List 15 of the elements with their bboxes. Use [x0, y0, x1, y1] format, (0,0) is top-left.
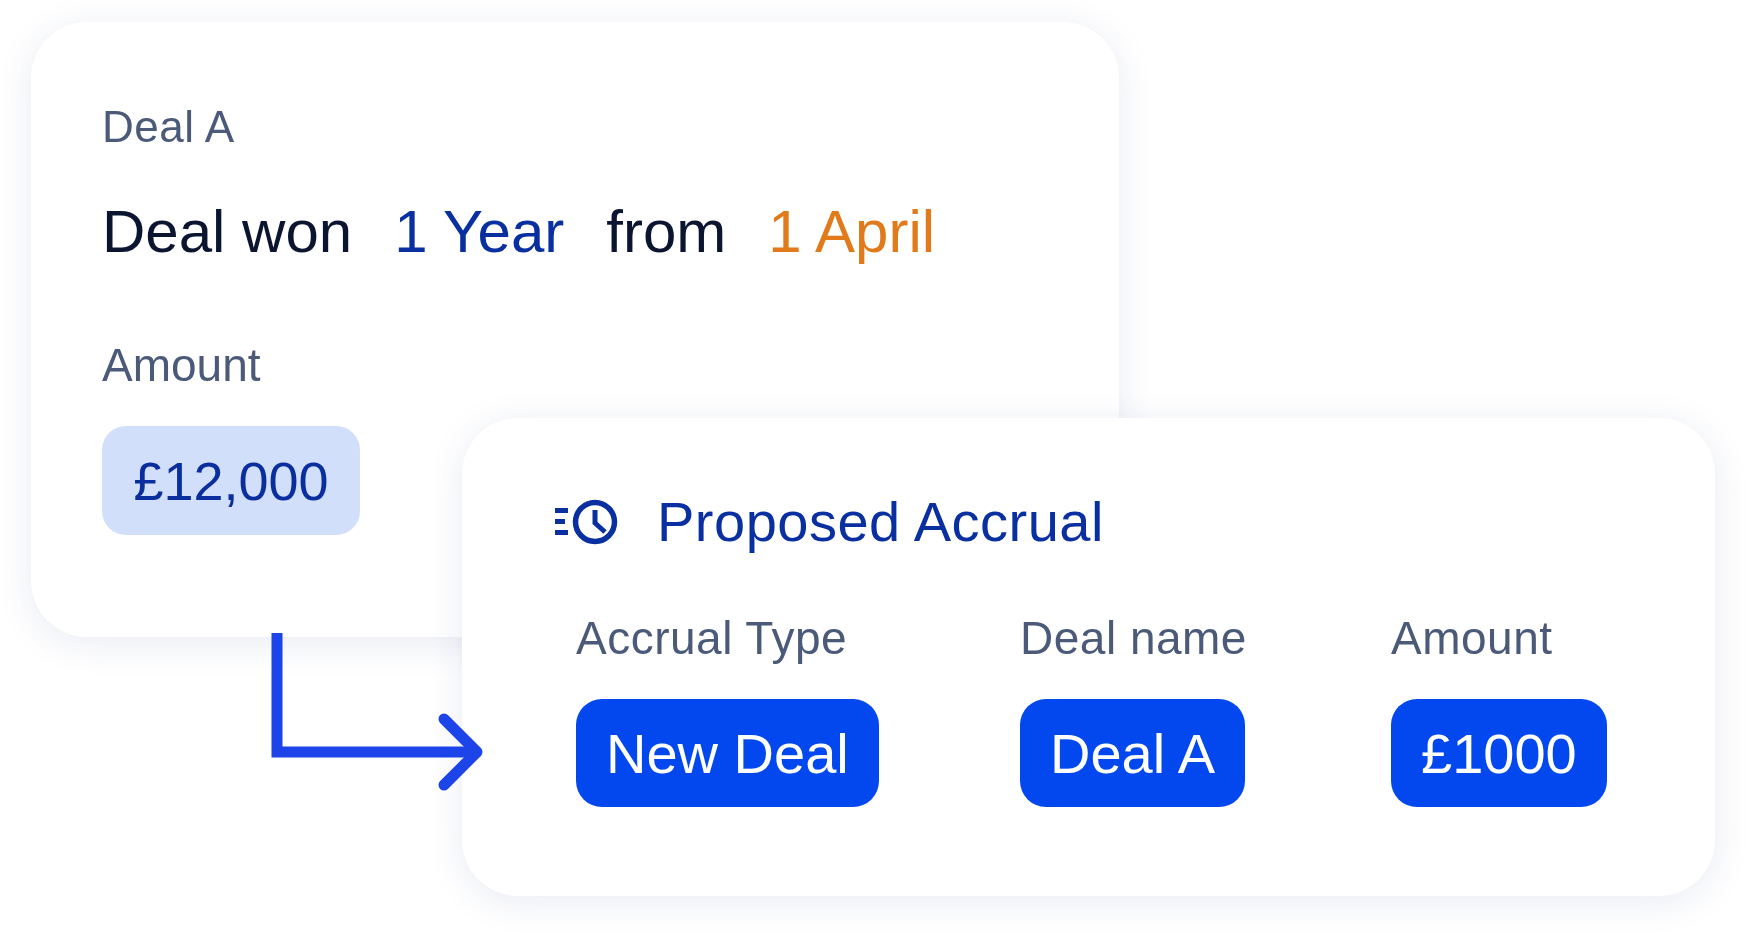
amount-chip: £12,000	[102, 426, 360, 535]
deal-title: Deal A	[102, 102, 236, 152]
summary-text: Deal won	[102, 197, 353, 267]
clock-icon	[555, 498, 618, 546]
field-label: Amount	[1391, 611, 1554, 665]
value-chip: New Deal	[576, 699, 879, 807]
summary-text: 1 Year	[394, 197, 565, 267]
summary-text: from	[606, 197, 727, 267]
summary-text: 1 April	[768, 197, 936, 267]
field-label: Deal name	[1020, 611, 1248, 665]
accrual-title: Proposed Accrual	[657, 492, 1104, 552]
field-label: Accrual Type	[576, 611, 849, 665]
value-chip: Deal A	[1020, 699, 1245, 807]
amount-label: Amount	[102, 338, 262, 392]
value-chip: £1000	[1391, 699, 1607, 807]
